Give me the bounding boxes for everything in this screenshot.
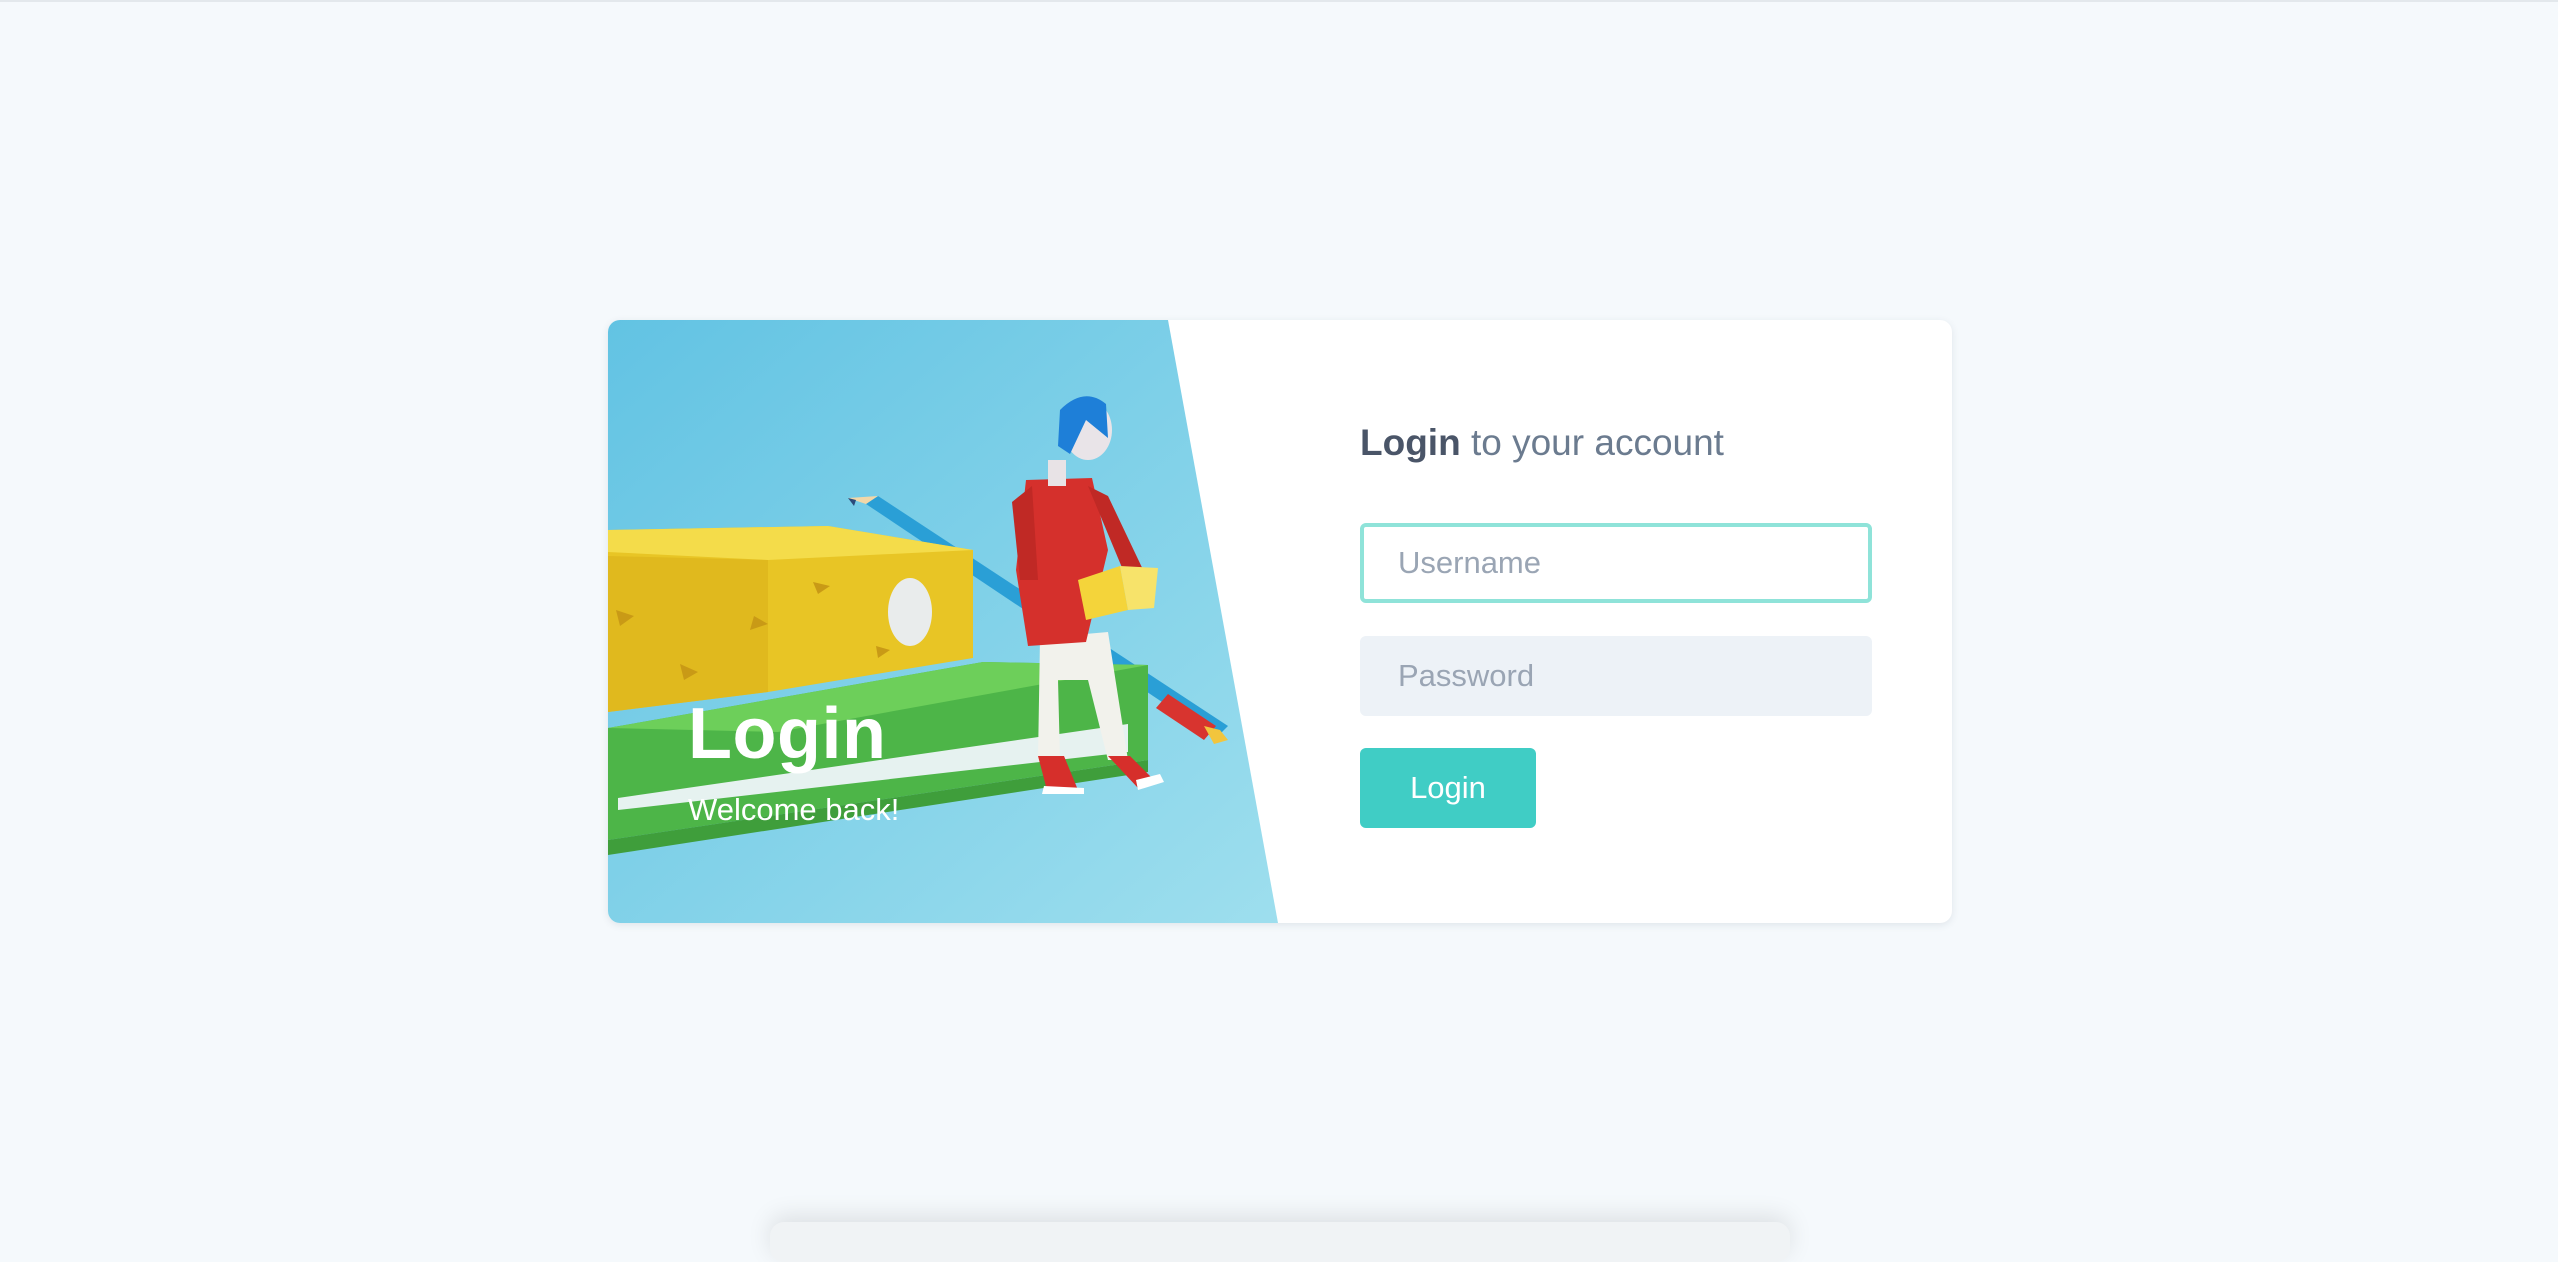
bottom-panel-edge: [770, 1222, 1790, 1262]
username-input[interactable]: [1360, 523, 1872, 603]
form-heading-bold: Login: [1360, 422, 1461, 463]
form-heading-rest: to your account: [1460, 422, 1724, 463]
form-heading: Login to your account: [1360, 422, 1724, 464]
login-form: Login to your account Login: [1360, 320, 1880, 923]
hero-title: Login: [688, 694, 887, 774]
top-divider: [0, 0, 2558, 2]
login-button[interactable]: Login: [1360, 748, 1536, 828]
hero-text-block: Login Welcome back!: [688, 698, 899, 825]
password-input[interactable]: [1360, 636, 1872, 716]
hero-subtitle: Welcome back!: [688, 792, 900, 827]
login-card: Login Welcome back! Login to your accoun…: [608, 320, 1952, 923]
